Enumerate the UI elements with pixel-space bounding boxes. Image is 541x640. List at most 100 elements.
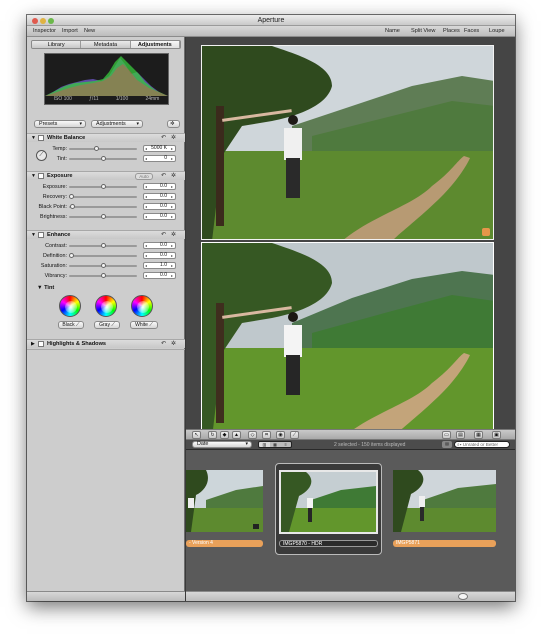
tab-metadata[interactable]: Metadata <box>81 41 131 48</box>
auto-exposure-button[interactable]: Auto <box>135 173 153 180</box>
increment-icon[interactable]: ▸ <box>171 184 173 189</box>
import-icon[interactable]: ▭ <box>442 431 451 439</box>
reset-icon[interactable]: ↶ <box>161 134 166 141</box>
slider-knob[interactable] <box>100 243 106 248</box>
white-balance-slider[interactable] <box>69 146 137 151</box>
decrement-icon[interactable]: ◂ <box>145 156 147 161</box>
decrement-icon[interactable]: ◂ <box>145 263 147 268</box>
gear-icon[interactable]: ✲ <box>171 172 176 179</box>
gear-icon[interactable]: ✲ <box>167 120 180 128</box>
gear-icon[interactable]: ✲ <box>171 340 176 347</box>
tint-header[interactable]: ▼ Tint <box>37 285 54 291</box>
slider-knob[interactable] <box>94 146 100 151</box>
scroll-knob[interactable] <box>458 593 468 600</box>
decrement-icon[interactable]: ◂ <box>145 146 147 151</box>
crop-icon[interactable]: ⌗ <box>262 431 271 439</box>
photo-bottom-hdr[interactable] <box>201 242 494 437</box>
enhance-slider[interactable] <box>69 243 137 248</box>
disclosure-triangle-icon[interactable]: ▼ <box>31 232 36 238</box>
slider-knob[interactable] <box>70 204 76 209</box>
white-eyedropper-button[interactable]: White ⟋ <box>130 321 158 329</box>
toolbar-inspector[interactable]: Inspector <box>33 28 56 34</box>
increment-icon[interactable]: ▸ <box>171 214 173 219</box>
filmstrip-view-icon[interactable]: ▥ <box>259 442 270 447</box>
disclosure-triangle-icon[interactable]: ▼ <box>37 285 43 291</box>
increment-icon[interactable]: ▸ <box>171 156 173 161</box>
browser-icon[interactable]: ▤ <box>456 431 465 439</box>
zoom-icon[interactable] <box>48 18 54 24</box>
slider-knob[interactable] <box>100 263 106 268</box>
white-balance-header[interactable]: ▼ White Balance ↶ ✲ <box>27 133 185 142</box>
exposure-slider[interactable] <box>69 214 137 219</box>
exposure-value-field[interactable]: ◂ 0.0 ▸ <box>143 203 176 210</box>
slider-knob[interactable] <box>100 156 106 161</box>
enhance-value-field[interactable]: ◂ 0.0 ▸ <box>143 242 176 249</box>
toolbar-import[interactable]: Import <box>62 28 78 34</box>
straighten-icon[interactable]: ◇ <box>248 431 257 439</box>
increment-icon[interactable]: ▸ <box>171 253 173 258</box>
rotate-icon[interactable]: ↻ <box>208 431 217 439</box>
increment-icon[interactable]: ▸ <box>171 263 173 268</box>
disclosure-triangle-icon[interactable]: ▼ <box>31 135 36 141</box>
photo-top-original[interactable] <box>201 45 494 240</box>
white-balance-value-field[interactable]: ◂ 0 ▸ <box>143 155 176 162</box>
reset-icon[interactable]: ↶ <box>161 340 166 347</box>
decrement-icon[interactable]: ◂ <box>145 204 147 209</box>
gear-icon[interactable]: ✲ <box>171 231 176 238</box>
presets-popup[interactable]: Presets ▾ <box>34 120 86 128</box>
enhance-slider[interactable] <box>69 273 137 278</box>
increment-icon[interactable]: ▸ <box>171 204 173 209</box>
slider-knob[interactable] <box>69 253 74 258</box>
exposure-value-field[interactable]: ◂ 0.0 ▸ <box>143 193 176 200</box>
thumbnail-1[interactable] <box>186 470 263 532</box>
toolbar-places[interactable]: Places <box>443 28 460 34</box>
enhance-value-field[interactable]: ◂ 0.0 ▸ <box>143 272 176 279</box>
increment-icon[interactable]: ▸ <box>171 243 173 248</box>
exposure-slider[interactable] <box>69 184 137 189</box>
white-balance-slider[interactable] <box>69 156 137 161</box>
toolbar-new[interactable]: New <box>84 28 95 34</box>
thumbnail-3[interactable] <box>393 470 496 532</box>
adjustments-popup[interactable]: Adjustments ▾ <box>91 120 143 128</box>
sort-popup[interactable]: Date ▾ <box>192 441 252 448</box>
gray-tint-wheel[interactable] <box>95 295 117 317</box>
white-balance-value-field[interactable]: ◂ 5000 K ▸ <box>143 145 176 152</box>
enhance-slider[interactable] <box>69 263 137 268</box>
list-view-icon[interactable]: ≡ <box>280 442 291 447</box>
exposure-value-field[interactable]: ◂ 0.0 ▸ <box>143 213 176 220</box>
filter-icon[interactable]: ▤ <box>442 441 452 448</box>
enhance-value-field[interactable]: ◂ 1.0 ▸ <box>143 262 176 269</box>
slider-knob[interactable] <box>100 184 106 189</box>
toolbar-faces[interactable]: Faces <box>464 28 479 34</box>
highlights-shadows-checkbox[interactable] <box>38 341 44 347</box>
black-eyedropper-button[interactable]: Black ⟋ <box>58 321 84 329</box>
brush-icon[interactable]: ⟋ <box>290 431 299 439</box>
reset-icon[interactable]: ↶ <box>161 172 166 179</box>
slider-knob[interactable] <box>100 273 106 278</box>
grid-icon[interactable]: ▦ <box>474 431 483 439</box>
slider-knob[interactable] <box>69 194 74 199</box>
tab-library[interactable]: Library <box>32 41 82 48</box>
enhance-header[interactable]: ▼ Enhance ↶ ✲ <box>27 230 185 239</box>
enhance-value-field[interactable]: ◂ 0.0 ▸ <box>143 252 176 259</box>
white-tint-wheel[interactable] <box>131 295 153 317</box>
pointer-icon[interactable]: ↖ <box>192 431 201 439</box>
increment-icon[interactable]: ▸ <box>171 194 173 199</box>
toolbar-name[interactable]: Name <box>385 28 400 34</box>
black-tint-wheel[interactable] <box>59 295 81 317</box>
toolbar-split-view[interactable]: Split View <box>411 28 435 34</box>
close-icon[interactable] <box>32 18 38 24</box>
toolbar-loupe[interactable]: Loupe <box>489 28 505 34</box>
enhance-checkbox[interactable] <box>38 232 44 238</box>
disclosure-triangle-icon[interactable]: ▼ <box>31 173 36 179</box>
decrement-icon[interactable]: ◂ <box>145 243 147 248</box>
exposure-slider[interactable] <box>69 194 137 199</box>
minimize-icon[interactable] <box>40 18 46 24</box>
search-field[interactable]: ⌕▾ Unrated or Better <box>454 441 510 448</box>
disclosure-triangle-icon[interactable]: ▶ <box>31 341 35 347</box>
decrement-icon[interactable]: ◂ <box>145 214 147 219</box>
red-eye-icon[interactable]: ◉ <box>276 431 285 439</box>
gear-icon[interactable]: ✲ <box>171 134 176 141</box>
slider-knob[interactable] <box>100 214 106 219</box>
exposure-checkbox[interactable] <box>38 173 44 179</box>
